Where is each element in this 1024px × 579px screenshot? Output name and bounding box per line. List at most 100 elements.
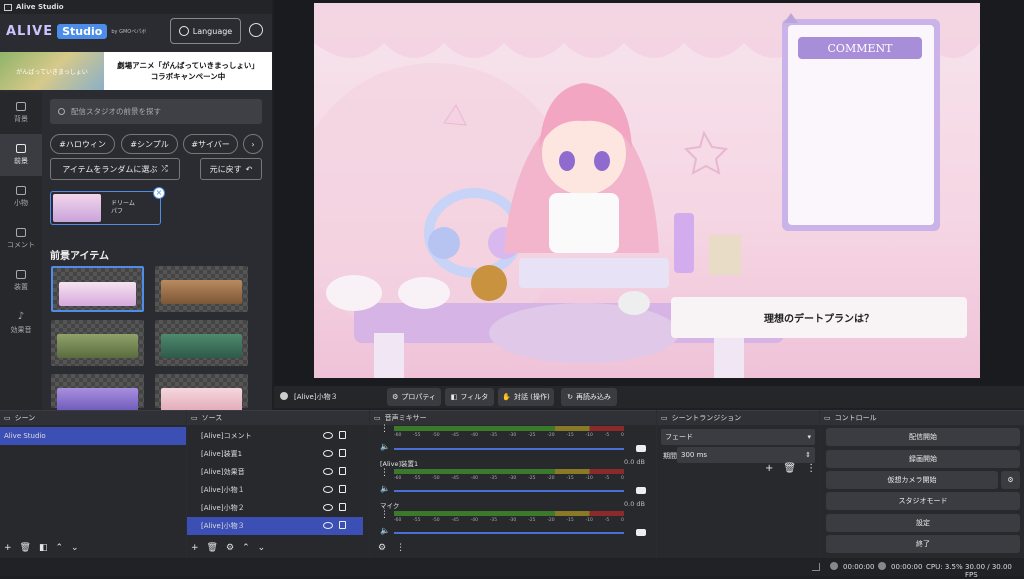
- properties-button[interactable]: ⚙ プロパティ: [387, 388, 441, 406]
- chevron-right-icon[interactable]: ›: [243, 134, 263, 154]
- channel-db: 0.0 dB: [624, 500, 645, 508]
- unlock-icon[interactable]: [339, 467, 346, 475]
- menu-dots-icon[interactable]: ⋮: [396, 543, 405, 553]
- lock-icon[interactable]: [339, 449, 346, 457]
- volume-slider-knob[interactable]: [636, 487, 646, 494]
- undo-icon: ↶: [245, 164, 253, 174]
- language-button[interactable]: Language: [170, 18, 241, 44]
- volume-slider-knob[interactable]: [636, 529, 646, 536]
- unlock-icon[interactable]: [339, 485, 346, 493]
- foreground-thumbnail[interactable]: [51, 374, 144, 412]
- eye-icon[interactable]: [323, 468, 333, 475]
- chevron-up-icon[interactable]: ⌃: [242, 543, 250, 553]
- eye-icon[interactable]: [323, 432, 333, 439]
- close-icon[interactable]: ×: [153, 187, 165, 199]
- random-item-button[interactable]: アイテムをランダムに選ぶ ⤮: [50, 158, 180, 180]
- gear-icon[interactable]: ⚙: [1001, 471, 1020, 489]
- search-input[interactable]: 配信スタジオの前景を探す: [50, 99, 262, 124]
- user-icon[interactable]: [249, 23, 263, 37]
- comment-title: COMMENT: [828, 42, 894, 55]
- speaker-icon[interactable]: 🔈: [380, 526, 390, 535]
- mixer-channel: マイク 0.0 dB ⋮ -60 -55 -50 -45 -40 -35 -30 -25 -20…: [376, 500, 646, 540]
- scene-item[interactable]: Alive Studio: [0, 427, 186, 445]
- foreground-thumbnail[interactable]: [51, 320, 144, 366]
- add-icon[interactable]: +: [765, 463, 773, 474]
- volume-slider-knob[interactable]: [636, 445, 646, 452]
- lock-icon[interactable]: [339, 521, 346, 529]
- menu-dots-icon[interactable]: ⋮: [380, 468, 389, 478]
- exit-button[interactable]: 終了: [826, 535, 1020, 553]
- start-streaming-button[interactable]: 配信開始: [826, 428, 1020, 446]
- duration-input[interactable]: 300 ms ⇕: [677, 447, 815, 463]
- trash-icon[interactable]: 🗑: [20, 543, 31, 553]
- eye-icon[interactable]: [323, 486, 333, 493]
- source-row[interactable]: [Alive]小物１: [187, 481, 363, 499]
- source-row[interactable]: [Alive]小物３: [187, 517, 363, 535]
- hand-icon: ✋: [502, 393, 512, 401]
- chevron-down-icon[interactable]: ⌄: [258, 543, 266, 553]
- volume-slider[interactable]: [394, 532, 624, 534]
- undo-button[interactable]: 元に戻す ↶: [200, 158, 262, 180]
- stepper-icon[interactable]: ⇕: [805, 451, 811, 459]
- eye-icon[interactable]: [323, 450, 333, 457]
- trash-icon[interactable]: 🗑: [783, 463, 796, 474]
- scene-preview[interactable]: COMMENT 理想のデートプランは？: [314, 3, 980, 378]
- unlock-icon[interactable]: [339, 503, 346, 511]
- filters-label: フィルタ: [460, 393, 489, 401]
- filters-button[interactable]: ◧ フィルタ: [445, 388, 494, 406]
- menu-dots-icon[interactable]: ⋮: [806, 463, 816, 474]
- gear-icon[interactable]: ⚙: [378, 543, 386, 553]
- campaign-banner[interactable]: がんばっていきまっしょい 劇場アニメ「がんばっていきまっしょい」 コラボキャンペ…: [0, 52, 272, 90]
- nav-item-foreground[interactable]: 前景: [0, 134, 42, 176]
- selected-item-card[interactable]: ドリーム パフ: [50, 191, 161, 225]
- eye-icon[interactable]: [323, 504, 333, 511]
- reload-button[interactable]: ↻ 再読み込み: [561, 388, 617, 406]
- volume-slider[interactable]: [394, 448, 624, 450]
- source-row[interactable]: [Alive]効果音: [187, 463, 363, 481]
- trash-icon[interactable]: 🗑: [207, 543, 218, 553]
- virtual-camera-button[interactable]: 仮想カメラ開始: [826, 471, 998, 489]
- source-type-icon: [280, 392, 288, 400]
- gear-icon[interactable]: ⚙: [226, 543, 234, 553]
- filter-icon[interactable]: ◧: [39, 543, 48, 553]
- properties-label: プロパティ: [401, 393, 436, 401]
- studio-mode-button[interactable]: スタジオモード: [826, 492, 1020, 510]
- add-icon[interactable]: +: [4, 543, 12, 553]
- add-icon[interactable]: +: [191, 543, 199, 553]
- nav-item-background[interactable]: 背景: [0, 92, 42, 134]
- eye-icon[interactable]: [323, 522, 333, 529]
- nav-item-items[interactable]: 小物: [0, 176, 42, 218]
- interact-button[interactable]: ✋ 対話 (操作): [498, 388, 554, 406]
- tag-chip[interactable]: #シンプル: [121, 134, 178, 154]
- foreground-thumbnail[interactable]: [155, 320, 248, 366]
- chevron-up-icon[interactable]: ⌃: [56, 543, 64, 553]
- volume-slider[interactable]: [394, 490, 624, 492]
- foreground-thumbnail[interactable]: [51, 266, 144, 312]
- nav-item-sound[interactable]: ♪ 効果音: [0, 302, 42, 344]
- menu-dots-icon[interactable]: ⋮: [380, 424, 389, 434]
- menu-dots-icon[interactable]: ⋮: [380, 510, 389, 520]
- transition-select[interactable]: フェード ▾: [661, 429, 815, 445]
- foreground-thumbnail[interactable]: [155, 374, 248, 412]
- stream-status-icon: [830, 562, 838, 570]
- scenes-title: シーン: [14, 414, 36, 422]
- chevron-down-icon[interactable]: ⌄: [71, 543, 79, 553]
- source-row[interactable]: [Alive]コメント: [187, 427, 363, 445]
- foreground-thumbnail[interactable]: [155, 266, 248, 312]
- speaker-icon[interactable]: 🔈: [380, 442, 390, 451]
- alive-logo: ALIVE: [6, 23, 54, 39]
- unlock-icon[interactable]: [339, 431, 346, 439]
- tag-chip[interactable]: #ハロウィン: [50, 134, 115, 154]
- start-recording-button[interactable]: 録画開始: [826, 450, 1020, 468]
- stream-time: 00:00:00: [843, 563, 875, 571]
- tag-chip[interactable]: #サイバー: [183, 134, 238, 154]
- speaker-icon[interactable]: 🔈: [380, 484, 390, 493]
- question-card: 理想のデートプランは？: [671, 297, 967, 338]
- source-row[interactable]: [Alive]装置1: [187, 445, 363, 463]
- nav-item-device[interactable]: 装置: [0, 260, 42, 302]
- title-bar: Alive Studio: [0, 0, 272, 14]
- source-row[interactable]: [Alive]小物２: [187, 499, 363, 517]
- settings-button[interactable]: 設定: [826, 514, 1020, 532]
- studio-logo: Studio: [57, 23, 108, 39]
- nav-item-comment[interactable]: コメント: [0, 218, 42, 260]
